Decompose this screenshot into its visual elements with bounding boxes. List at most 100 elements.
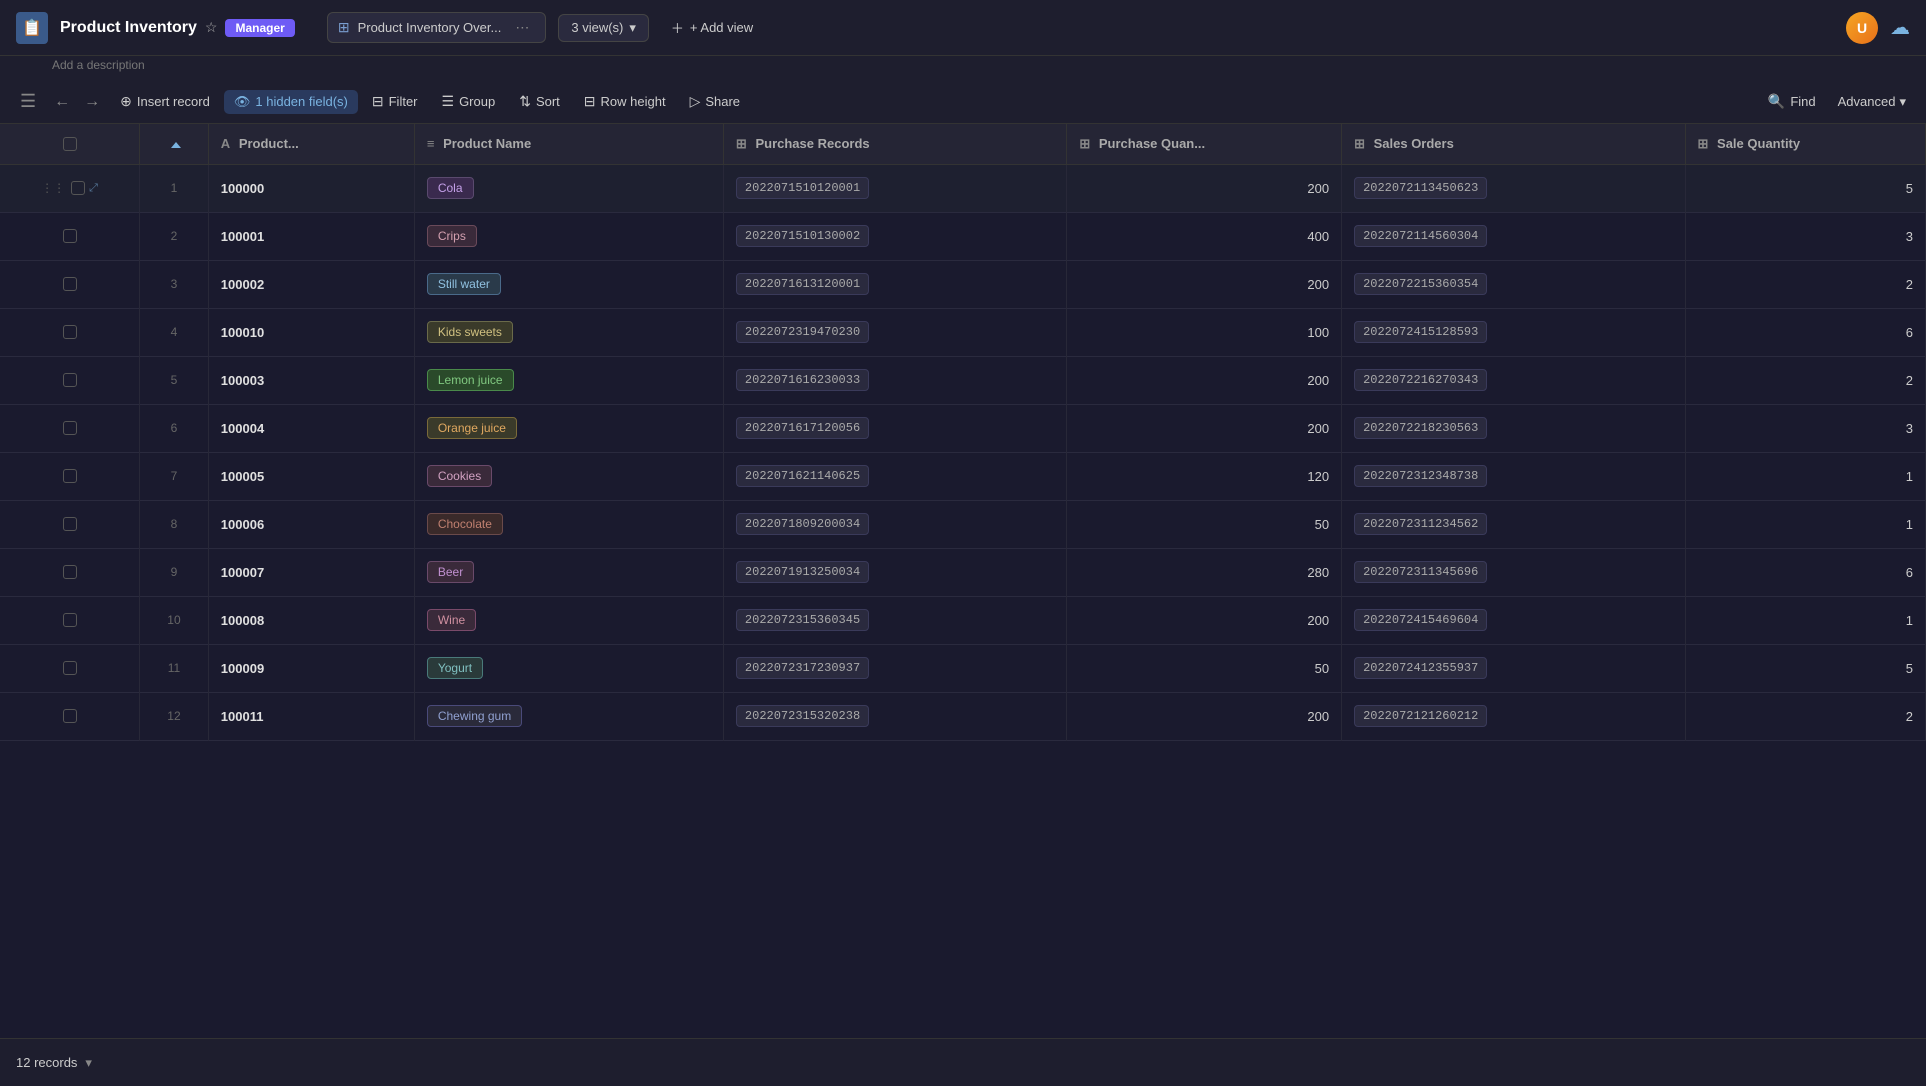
select-all-header[interactable]: [0, 124, 140, 164]
share-button[interactable]: ▷ Share: [680, 88, 750, 115]
sales-order-chip[interactable]: 2022072412355937: [1354, 657, 1487, 679]
salequantity-column-header[interactable]: ⊞ Sale Quantity: [1685, 124, 1926, 164]
sale-quantity-cell: 3: [1685, 404, 1926, 452]
product-name-tag: Crips: [427, 225, 477, 247]
select-all-checkbox[interactable]: [63, 137, 77, 151]
sale-quantity-cell: 6: [1685, 548, 1926, 596]
add-view-label: + Add view: [690, 20, 753, 35]
sales-order-chip[interactable]: 2022072415469604: [1354, 609, 1487, 631]
row-checkbox[interactable]: [63, 565, 77, 579]
purchase-records-cell: 2022071617120056: [723, 404, 1066, 452]
sales-order-chip[interactable]: 2022072114560304: [1354, 225, 1487, 247]
row-checkbox[interactable]: [63, 661, 77, 675]
sales-order-chip[interactable]: 2022072312348738: [1354, 465, 1487, 487]
text-field-icon: A: [221, 136, 230, 151]
table-row[interactable]: 5100003Lemon juice2022071616230033200202…: [0, 356, 1926, 404]
filter-label: Filter: [389, 94, 418, 109]
sales-order-chip[interactable]: 2022072311234562: [1354, 513, 1487, 535]
row-checkbox-cell: [0, 452, 140, 500]
sales-order-chip[interactable]: 2022072311345696: [1354, 561, 1487, 583]
table-row[interactable]: 3100002Still water2022071613120001200202…: [0, 260, 1926, 308]
purchase-record-chip[interactable]: 2022071809200034: [736, 513, 869, 535]
add-view-button[interactable]: ＋ + Add view: [661, 13, 763, 42]
purchase-quantity-cell: 50: [1067, 644, 1342, 692]
row-checkbox[interactable]: [71, 181, 85, 195]
sales-order-chip[interactable]: 2022072218230563: [1354, 417, 1487, 439]
expand-row-icon[interactable]: ⤢: [89, 182, 98, 195]
insert-record-button[interactable]: ⊕ Insert record: [110, 88, 220, 115]
product-id-cell: 100010: [208, 308, 414, 356]
purchase-record-chip[interactable]: 2022071510130002: [736, 225, 869, 247]
cloud-icon[interactable]: ☁: [1890, 15, 1910, 40]
sales-order-chip[interactable]: 2022072215360354: [1354, 273, 1487, 295]
undo-button[interactable]: ←: [48, 89, 76, 115]
subtitle-bar: Add a description: [0, 56, 1926, 80]
row-drag-handle[interactable]: ⋮⋮: [41, 181, 67, 195]
purchase-record-chip[interactable]: 2022071510120001: [736, 177, 869, 199]
link-field-icon3: ⊞: [1354, 136, 1365, 151]
row-checkbox[interactable]: [63, 613, 77, 627]
advanced-button[interactable]: Advanced ▾: [1830, 89, 1914, 115]
table-row[interactable]: 8100006Chocolate202207180920003450202207…: [0, 500, 1926, 548]
row-checkbox[interactable]: [63, 373, 77, 387]
purchase-record-chip[interactable]: 2022071621140625: [736, 465, 869, 487]
sale-quantity-cell: 1: [1685, 452, 1926, 500]
link-field-icon: ⊞: [736, 136, 747, 151]
sales-order-chip[interactable]: 2022072113450623: [1354, 177, 1487, 199]
sales-order-chip[interactable]: 2022072121260212: [1354, 705, 1487, 727]
row-checkbox-cell: [0, 548, 140, 596]
row-checkbox[interactable]: [63, 469, 77, 483]
row-checkbox[interactable]: [63, 709, 77, 723]
purchase-record-chip[interactable]: 2022071613120001: [736, 273, 869, 295]
product-id-cell: 100002: [208, 260, 414, 308]
table-row[interactable]: 4100010Kids sweets2022072319470230100202…: [0, 308, 1926, 356]
avatar[interactable]: U: [1846, 12, 1878, 44]
productname-column-header[interactable]: ≡ Product Name: [414, 124, 723, 164]
group-button[interactable]: ☰ Group: [432, 88, 506, 115]
view-tab-options[interactable]: ⋯: [509, 17, 535, 38]
table-row[interactable]: 6100004Orange juice202207161712005620020…: [0, 404, 1926, 452]
purchaserecords-column-header[interactable]: ⊞ Purchase Records: [723, 124, 1066, 164]
filter-button[interactable]: ⊟ Filter: [362, 88, 428, 115]
purchase-record-chip[interactable]: 2022072315360345: [736, 609, 869, 631]
row-checkbox[interactable]: [63, 325, 77, 339]
sort-button[interactable]: ⇅ Sort: [509, 88, 570, 115]
row-number: 1: [140, 164, 209, 212]
records-dropdown-icon[interactable]: ▾: [85, 1055, 92, 1071]
sidebar-toggle-button[interactable]: ☰: [12, 87, 44, 116]
view-tab-container[interactable]: ⊞ Product Inventory Over... ⋯: [327, 12, 547, 43]
sales-order-chip[interactable]: 2022072216270343: [1354, 369, 1487, 391]
purchase-record-chip[interactable]: 2022071913250034: [736, 561, 869, 583]
purchase-record-chip[interactable]: 2022072319470230: [736, 321, 869, 343]
row-number: 7: [140, 452, 209, 500]
views-count-button[interactable]: 3 view(s) ▾: [558, 14, 649, 42]
table-row[interactable]: 2100001Crips2022071510130002400202207211…: [0, 212, 1926, 260]
redo-button[interactable]: →: [78, 89, 106, 115]
find-button[interactable]: 🔍 Find: [1758, 88, 1826, 115]
purchase-quantity-cell: 100: [1067, 308, 1342, 356]
purchase-record-chip[interactable]: 2022071617120056: [736, 417, 869, 439]
row-checkbox[interactable]: [63, 229, 77, 243]
product-id-cell: 100009: [208, 644, 414, 692]
table-row[interactable]: 11100009Yogurt20220723172309375020220724…: [0, 644, 1926, 692]
row-checkbox[interactable]: [63, 277, 77, 291]
table-row[interactable]: 9100007Beer20220719132500342802022072311…: [0, 548, 1926, 596]
sales-order-chip[interactable]: 2022072415128593: [1354, 321, 1487, 343]
purchase-record-chip[interactable]: 2022072317230937: [736, 657, 869, 679]
star-icon[interactable]: ☆: [205, 19, 218, 36]
sales-orders-cell: 2022072311345696: [1342, 548, 1685, 596]
hidden-fields-button[interactable]: 👁 1 hidden field(s): [224, 90, 358, 114]
table-row[interactable]: 12100011Chewing gum202207231532023820020…: [0, 692, 1926, 740]
table-row[interactable]: ⋮⋮ ⤢ 1100000Cola202207151012000120020220…: [0, 164, 1926, 212]
table-row[interactable]: 7100005Cookies20220716211406251202022072…: [0, 452, 1926, 500]
row-checkbox[interactable]: [63, 517, 77, 531]
sales-orders-cell: 2022072415469604: [1342, 596, 1685, 644]
purchase-record-chip[interactable]: 2022071616230033: [736, 369, 869, 391]
row-height-button[interactable]: ⊟ Row height: [574, 88, 676, 115]
purchase-record-chip[interactable]: 2022072315320238: [736, 705, 869, 727]
purchasequantity-column-header[interactable]: ⊞ Purchase Quan...: [1067, 124, 1342, 164]
table-row[interactable]: 10100008Wine2022072315360345200202207241…: [0, 596, 1926, 644]
salesorders-column-header[interactable]: ⊞ Sales Orders: [1342, 124, 1685, 164]
row-checkbox[interactable]: [63, 421, 77, 435]
productid-column-header[interactable]: A Product...: [208, 124, 414, 164]
